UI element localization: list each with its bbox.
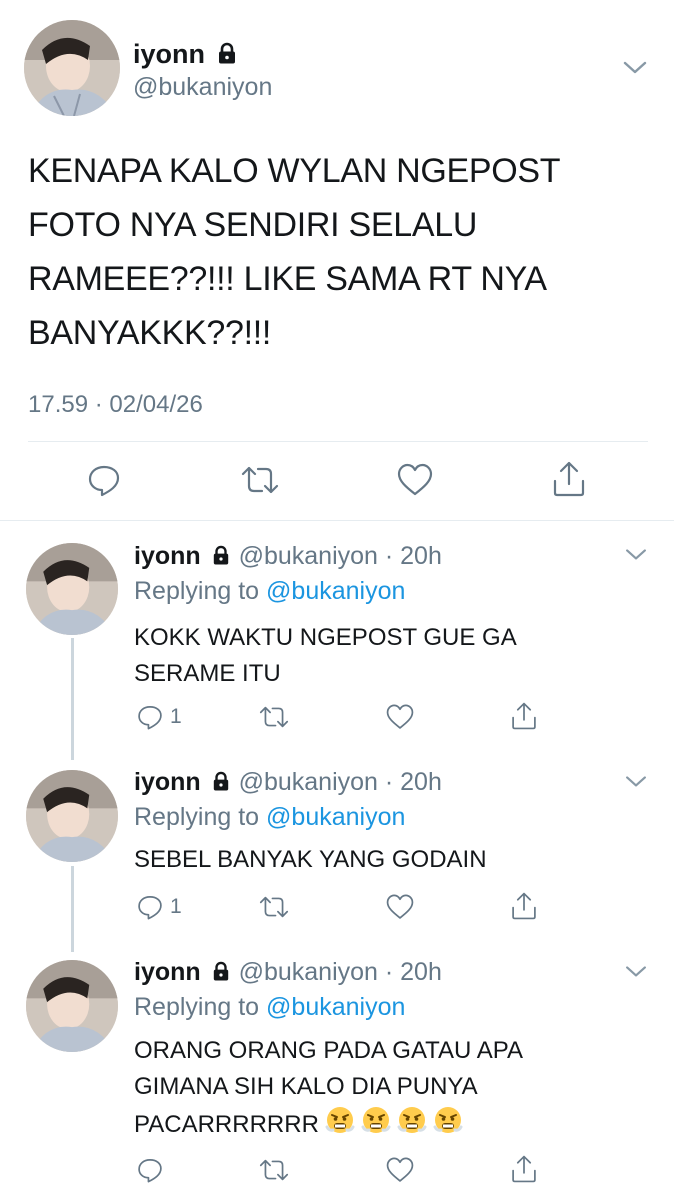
handle[interactable]: @bukaniyon: [239, 958, 378, 986]
like-icon[interactable]: [396, 462, 434, 498]
chevron-down-icon[interactable]: [624, 963, 648, 979]
separator-dot: ·: [377, 542, 401, 570]
reply-avatar[interactable]: [26, 960, 118, 1052]
display-name[interactable]: iyonn: [134, 768, 201, 796]
reply-icon[interactable]: [136, 1156, 164, 1184]
face-with-steam-emoji: [325, 1105, 355, 1146]
reply-header: iyonn @bukaniyon · 20h: [134, 957, 442, 987]
lock-icon: [213, 545, 228, 565]
lock-icon: [213, 771, 228, 791]
reply-icon[interactable]: [86, 462, 122, 498]
reply-text-line: GIMANA SIH KALO DIA PUNYA: [134, 1073, 478, 1100]
handle[interactable]: @bukaniyon: [239, 768, 378, 796]
display-name[interactable]: iyonn: [134, 542, 201, 570]
reply-icon[interactable]: [136, 893, 164, 921]
share-icon[interactable]: [551, 460, 587, 498]
tweet-text-line: FOTO NYA SENDIRI SELALU: [28, 206, 478, 244]
reply-text: SEBEL BANYAK YANG GODAIN: [134, 842, 487, 878]
section-divider: [0, 520, 674, 521]
separator-dot: ·: [377, 768, 401, 796]
reply-text-line: ORANG ORANG PADA GATAU APA: [134, 1037, 523, 1064]
replying-to-handle[interactable]: @bukaniyon: [266, 803, 405, 831]
share-icon[interactable]: [510, 701, 538, 731]
replying-to: Replying to @bukaniyon: [134, 992, 405, 1022]
display-name[interactable]: iyonn: [133, 39, 205, 69]
replying-to-handle[interactable]: @bukaniyon: [266, 993, 405, 1021]
reply-count: 1: [170, 895, 182, 918]
avatar[interactable]: [24, 20, 120, 116]
reply-text-line: PACARRRRRRR: [134, 1110, 319, 1138]
replying-to: Replying to @bukaniyon: [134, 576, 405, 606]
replying-to-label: Replying to: [134, 803, 260, 831]
display-name[interactable]: iyonn: [134, 958, 201, 986]
lock-icon: [213, 961, 228, 981]
replying-to: Replying to @bukaniyon: [134, 802, 405, 832]
chevron-down-icon[interactable]: [624, 546, 648, 562]
face-with-steam-emoji: [397, 1105, 427, 1146]
share-icon[interactable]: [510, 891, 538, 921]
reply-text: KOKK WAKTU NGEPOST GUE GA SERAME ITU: [134, 620, 517, 692]
divider: [28, 441, 648, 442]
thread-line: [71, 866, 74, 952]
tweet-text: KENAPA KALO WYLAN NGEPOST FOTO NYA SENDI…: [28, 144, 561, 360]
retweet-icon[interactable]: [240, 462, 280, 498]
face-with-steam-emoji: [361, 1105, 391, 1146]
face-with-steam-emoji: [433, 1105, 463, 1146]
reply-header: iyonn @bukaniyon · 20h: [134, 541, 442, 571]
reply-avatar[interactable]: [26, 543, 118, 635]
tweet-timestamp[interactable]: 17.59 · 02/04/26: [28, 390, 203, 420]
replying-to-handle[interactable]: @bukaniyon: [266, 577, 405, 605]
replying-to-label: Replying to: [134, 577, 260, 605]
handle[interactable]: @bukaniyon: [133, 72, 272, 102]
avatar-image: [26, 543, 118, 635]
reply-icon[interactable]: [136, 703, 164, 731]
reply-time[interactable]: 20h: [400, 958, 442, 986]
retweet-icon[interactable]: [258, 1156, 290, 1184]
tweet-text-line: BANYAKKK??!!!: [28, 314, 272, 352]
retweet-icon[interactable]: [258, 703, 290, 731]
reply-time[interactable]: 20h: [400, 542, 442, 570]
replying-to-label: Replying to: [134, 993, 260, 1021]
tweet-text-line: RAMEEE??!!! LIKE SAMA RT NYA: [28, 260, 547, 298]
like-icon[interactable]: [385, 1156, 415, 1184]
reply-header: iyonn @bukaniyon · 20h: [134, 767, 442, 797]
retweet-icon[interactable]: [258, 893, 290, 921]
lock-icon: [218, 42, 235, 64]
thread-line: [71, 638, 74, 760]
like-icon[interactable]: [385, 893, 415, 921]
reply-count: 1: [170, 705, 182, 728]
separator-dot: ·: [377, 958, 401, 986]
reply-avatar[interactable]: [26, 770, 118, 862]
avatar-image: [24, 20, 120, 116]
avatar-image: [26, 960, 118, 1052]
reply-text-line: SERAME ITU: [134, 660, 281, 687]
handle[interactable]: @bukaniyon: [239, 542, 378, 570]
like-icon[interactable]: [385, 703, 415, 731]
reply-text-line: SEBEL BANYAK YANG GODAIN: [134, 846, 487, 873]
share-icon[interactable]: [510, 1154, 538, 1184]
reply-text: ORANG ORANG PADA GATAU APA GIMANA SIH KA…: [134, 1033, 523, 1146]
reply-text-line: KOKK WAKTU NGEPOST GUE GA: [134, 624, 517, 651]
chevron-down-icon[interactable]: [624, 773, 648, 789]
avatar-image: [26, 770, 118, 862]
tweet-text-line: KENAPA KALO WYLAN NGEPOST: [28, 152, 561, 190]
reply-time[interactable]: 20h: [400, 768, 442, 796]
chevron-down-icon[interactable]: [622, 58, 648, 76]
